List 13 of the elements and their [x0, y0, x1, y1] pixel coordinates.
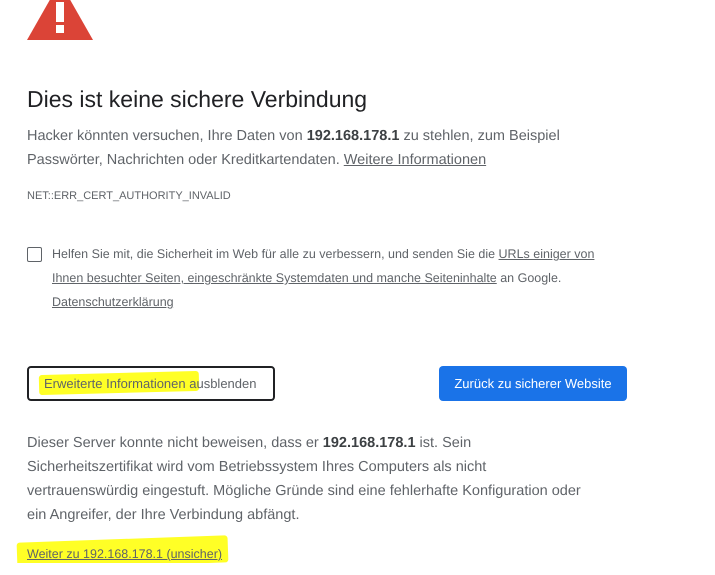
proceed-link[interactable]: Weiter zu 192.168.178.1 (unsicher) — [27, 547, 222, 561]
consent-link[interactable]: Datenschutzerklärung — [52, 295, 174, 309]
consent-text: Helfen Sie mit, die Sicherheit im Web für alle zu verbessern, und senden Sie die URLs einiger von Ihnen besuchter Seiten, eingeschränkte Systemdaten und manche Seiteninhalte an Google. Datenschutzerklärung — [52, 246, 596, 311]
warning-icon — [27, 0, 93, 40]
checkbox[interactable] — [27, 247, 42, 262]
consent-link[interactable]: Ihnen besuchter Seiten, eingeschränkte Systemdaten und manche Seiteninhalte — [52, 271, 497, 285]
page-heading: Dies ist keine sichere Verbindung — [27, 85, 368, 114]
warning-text: Hacker könnten versuchen, Ihre Daten von 192.168.178.1 zu stehlen, zum Beispiel Passwörter, Nachrichten oder Kreditkartendaten. Weitere Informationen — [27, 127, 561, 170]
info-link[interactable]: Weitere Informationen — [344, 152, 486, 168]
consent-link[interactable]: URLs einiger von — [498, 247, 594, 261]
details-text: Dieser Server konnte nicht beweisen, dass er 192.168.178.1 ist. Sein Sicherheitszertifikat wird vom Betriebssystem Ihres Computers als nicht vertrauenswürdig eingestuft. Mögliche Gründe sind eine fehlerhafte Konfiguration oder ein Angreifer, der Ihre Verbindung abfängt. — [27, 434, 582, 525]
back-button[interactable]: Zurück zu sicherer Website — [439, 366, 627, 401]
error-code: NET::ERR_CERT_AUTHORITY_INVALID — [27, 189, 232, 204]
